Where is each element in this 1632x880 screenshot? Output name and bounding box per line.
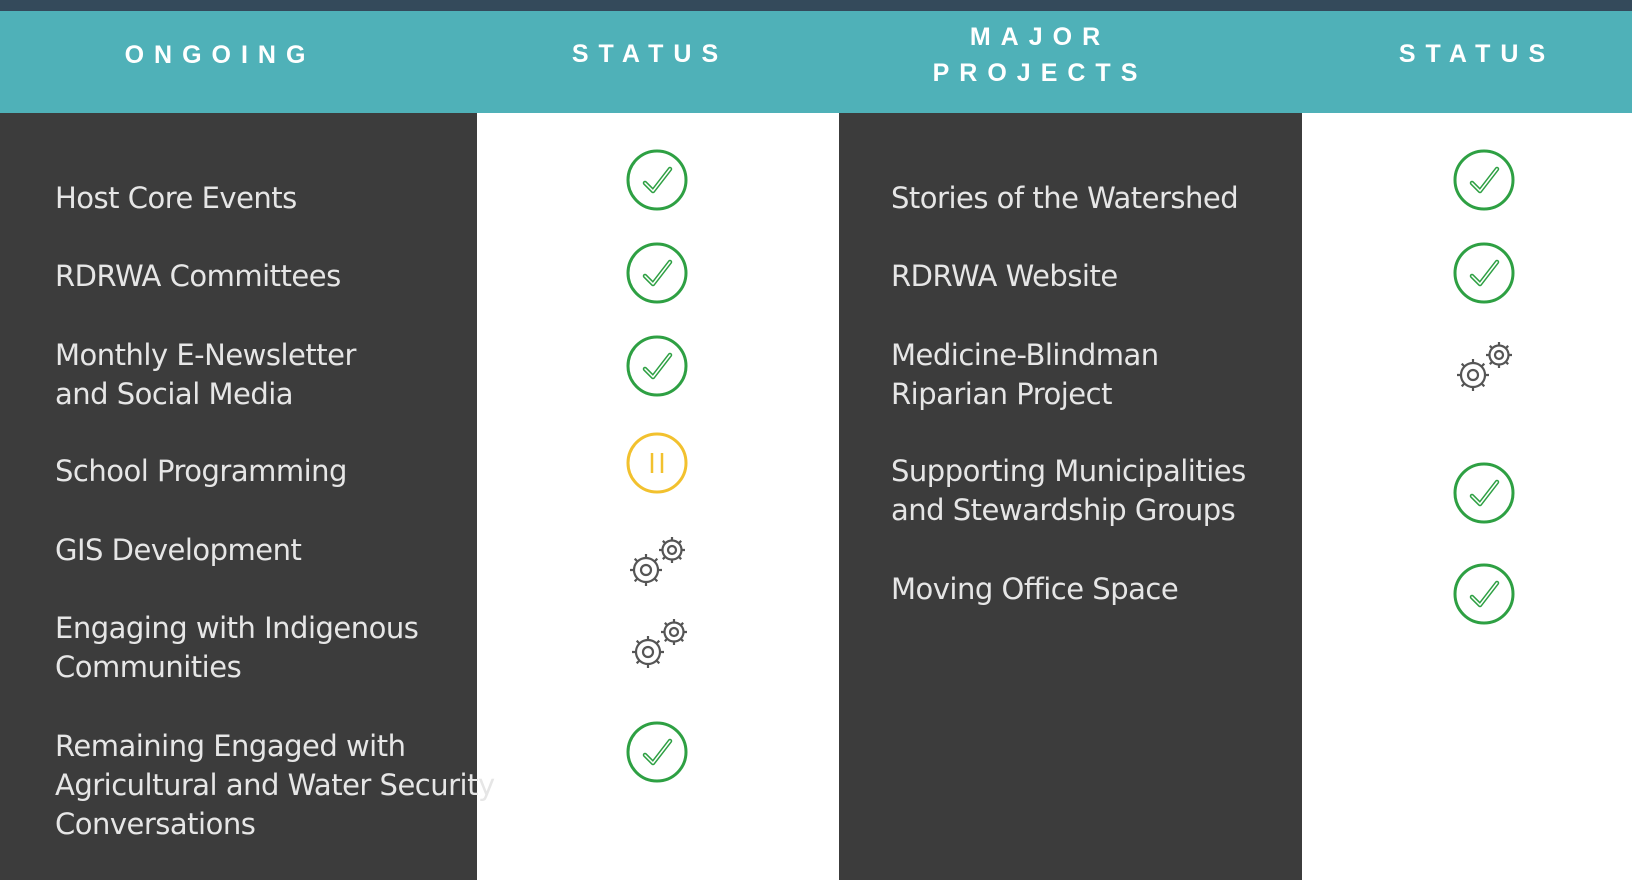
ongoing-item-5: Engaging with Indigenous Communities [55, 611, 419, 684]
header-major-projects: MAJOR PROJECTS [880, 19, 1200, 91]
header-ongoing: ONGOING [124, 41, 316, 69]
top-bar [0, 0, 1632, 11]
gears-icon [622, 530, 694, 596]
gears-icon [624, 612, 696, 678]
major-item-4: Moving Office Space [891, 572, 1179, 606]
gears-icon [1449, 335, 1521, 401]
ongoing-item-4: GIS Development [55, 533, 302, 567]
ongoing-item-1: RDRWA Committees [55, 259, 341, 293]
ongoing-item-6: Remaining Engaged with Agricultural and … [55, 729, 495, 841]
table-header: ONGOING STATUS MAJOR PROJECTS STATUS [0, 11, 1632, 113]
ongoing-item-2: Monthly E-Newsletter and Social Media [55, 338, 356, 411]
major-item-1: RDRWA Website [891, 259, 1118, 293]
ongoing-item-3: School Programming [55, 454, 347, 488]
header-major-line2: PROJECTS [932, 59, 1148, 87]
check-icon [624, 719, 690, 785]
major-item-0: Stories of the Watershed [891, 181, 1239, 215]
ongoing-item-0: Host Core Events [55, 181, 297, 215]
pause-icon [624, 430, 690, 496]
check-icon [624, 240, 690, 306]
check-icon [624, 147, 690, 213]
header-status-2: STATUS [1398, 40, 1556, 68]
header-status-1: STATUS [571, 40, 729, 68]
check-icon [1451, 460, 1517, 526]
header-major-line1: MAJOR [969, 23, 1111, 51]
check-icon [1451, 240, 1517, 306]
major-item-2: Medicine-Blindman Riparian Project [891, 338, 1159, 411]
check-icon [624, 333, 690, 399]
major-item-3: Supporting Municipalities and Stewardshi… [891, 454, 1246, 527]
check-icon [1451, 147, 1517, 213]
check-icon [1451, 561, 1517, 627]
